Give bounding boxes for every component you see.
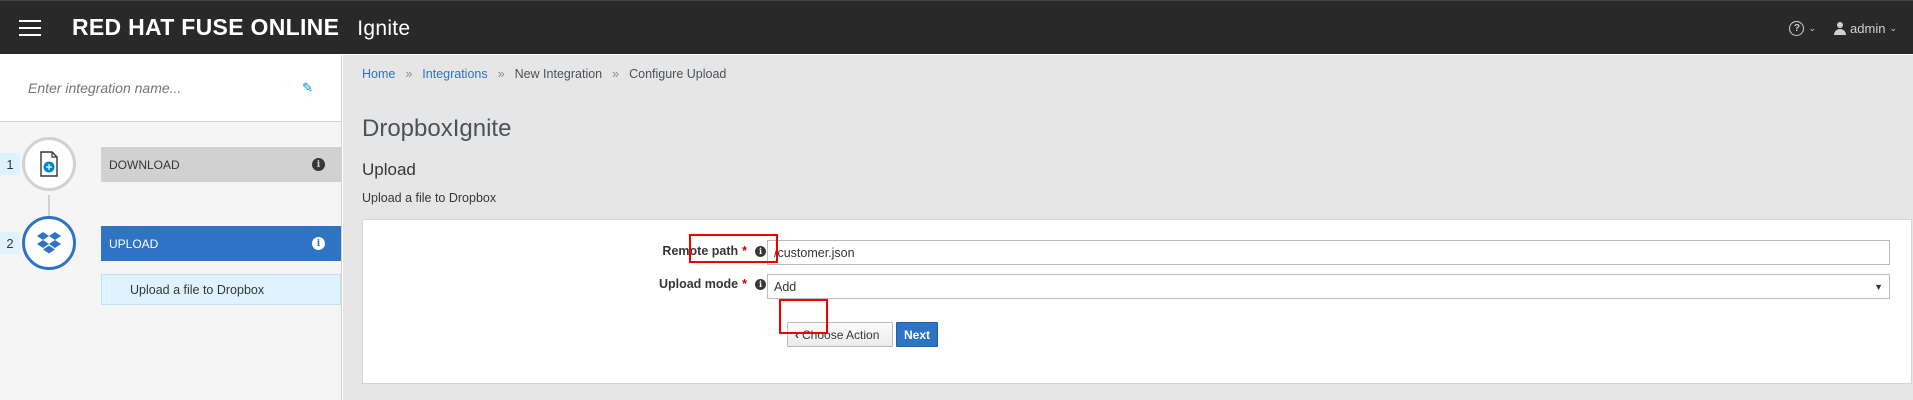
- info-icon[interactable]: i: [755, 245, 766, 257]
- help-menu[interactable]: ? ⌄: [1789, 20, 1817, 36]
- section-title: Upload: [362, 160, 416, 179]
- upload-mode-value: Add: [774, 279, 797, 294]
- upload-mode-label: Upload mode * i: [659, 277, 766, 291]
- breadcrumb-integrations[interactable]: Integrations: [422, 67, 487, 81]
- section-description: Upload a file to Dropbox: [362, 191, 497, 205]
- top-navbar: RED HAT FUSE ONLINE Ignite ? ⌄ admin ⌄: [0, 0, 1913, 54]
- upload-mode-row: Upload mode * i Add ▼: [363, 271, 1913, 299]
- required-mark: *: [742, 277, 747, 291]
- page-title: DropboxIgnite: [362, 115, 512, 142]
- remote-path-input[interactable]: [767, 240, 1890, 265]
- integration-name-bar: ✎: [0, 55, 341, 122]
- info-icon[interactable]: i: [755, 278, 766, 290]
- product-name: Ignite: [357, 17, 411, 40]
- chevron-left-icon: ‹: [795, 327, 799, 342]
- substep-upload-file[interactable]: Upload a file to Dropbox: [101, 274, 341, 305]
- pencil-icon[interactable]: ✎: [302, 80, 313, 96]
- info-icon[interactable]: i: [312, 237, 325, 250]
- remote-path-label-text: Remote path: [662, 244, 739, 258]
- breadcrumb-home[interactable]: Home: [362, 67, 395, 81]
- choose-action-label: Choose Action: [802, 327, 880, 342]
- step-2-label: UPLOAD: [109, 236, 159, 251]
- brand-name: RED HAT FUSE ONLINE: [72, 14, 340, 40]
- configure-form-card: Remote path * i Upload mode * i Add ▼ ‹ …: [362, 219, 1912, 384]
- download-file-icon: [40, 151, 58, 177]
- main-content: Home » Integrations » New Integration » …: [343, 55, 1913, 400]
- caret-down-icon: ▼: [1874, 281, 1883, 292]
- breadcrumb-separator: »: [497, 67, 505, 81]
- breadcrumb: Home » Integrations » New Integration » …: [362, 67, 726, 81]
- dropbox-icon: [37, 232, 61, 254]
- step-1-download[interactable]: DOWNLOAD i: [101, 147, 341, 182]
- breadcrumb-new-integration: New Integration: [514, 67, 603, 81]
- breadcrumb-separator: »: [405, 67, 413, 81]
- step-2-circle[interactable]: [22, 216, 76, 270]
- step-1-circle[interactable]: [22, 137, 76, 191]
- remote-path-label: Remote path * i: [662, 244, 766, 258]
- user-icon: [1834, 21, 1847, 35]
- integration-name-input[interactable]: [28, 80, 288, 96]
- user-menu[interactable]: admin ⌄: [1834, 21, 1897, 36]
- navbar-utilities: ? ⌄ admin ⌄: [1789, 1, 1897, 55]
- user-name: admin: [1850, 20, 1886, 36]
- help-icon: ?: [1789, 20, 1805, 36]
- choose-action-button[interactable]: ‹ Choose Action: [787, 322, 893, 347]
- step-number-1: 1: [0, 153, 20, 175]
- remote-path-row: Remote path * i: [363, 238, 1913, 266]
- step-1-label: DOWNLOAD: [109, 157, 180, 172]
- next-button[interactable]: Next: [896, 322, 938, 347]
- breadcrumb-separator: »: [612, 67, 620, 81]
- integration-sidebar: ✎ 1 DOWNLOAD i 2 UPLOAD i Upload: [0, 55, 342, 400]
- brand-logo: RED HAT FUSE ONLINE Ignite: [72, 14, 410, 41]
- info-icon[interactable]: i: [312, 158, 325, 171]
- step-number-2: 2: [0, 232, 20, 254]
- upload-mode-select[interactable]: Add ▼: [767, 274, 1890, 299]
- required-mark: *: [742, 244, 747, 258]
- step-2-upload[interactable]: UPLOAD i: [101, 226, 341, 261]
- hamburger-menu-icon[interactable]: [19, 13, 55, 43]
- upload-mode-label-text: Upload mode: [658, 277, 739, 291]
- breadcrumb-configure-upload: Configure Upload: [629, 67, 727, 81]
- chevron-down-icon: ⌄: [1808, 22, 1817, 33]
- chevron-down-icon: ⌄: [1889, 22, 1897, 33]
